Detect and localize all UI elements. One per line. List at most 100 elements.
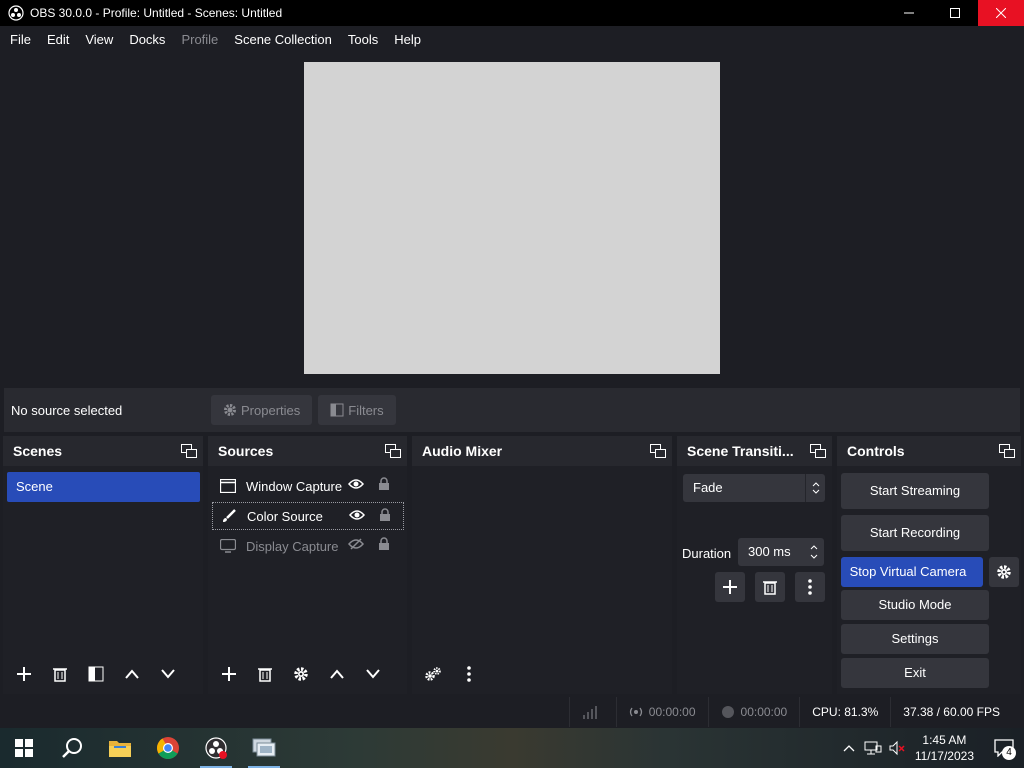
source-item-display-capture[interactable]: Display Capture bbox=[212, 532, 404, 560]
search-icon bbox=[62, 738, 82, 758]
filter-icon bbox=[330, 403, 344, 417]
audio-mixer-menu-button[interactable] bbox=[454, 659, 484, 689]
obs-app[interactable] bbox=[192, 728, 240, 768]
advanced-audio-button[interactable] bbox=[418, 659, 448, 689]
exit-button[interactable]: Exit bbox=[841, 658, 989, 688]
filters-label: Filters bbox=[348, 402, 384, 418]
duration-spinbox[interactable]: 300 ms bbox=[738, 538, 824, 566]
volume-muted-icon bbox=[889, 740, 905, 756]
eye-slash-icon[interactable] bbox=[348, 538, 364, 550]
select-arrows-icon bbox=[805, 474, 825, 502]
remote-desktop-app[interactable] bbox=[240, 728, 288, 768]
add-scene-button[interactable] bbox=[9, 659, 39, 689]
gears-icon bbox=[425, 667, 441, 681]
file-explorer-app[interactable] bbox=[96, 728, 144, 768]
stop-virtual-camera-button[interactable]: Stop Virtual Camera bbox=[841, 557, 983, 587]
no-source-label: No source selected bbox=[11, 402, 123, 418]
move-scene-down-button[interactable] bbox=[153, 659, 183, 689]
chrome-app[interactable] bbox=[144, 728, 192, 768]
search-button[interactable] bbox=[48, 728, 96, 768]
menu-view[interactable]: View bbox=[77, 26, 121, 54]
menu-file[interactable]: File bbox=[2, 26, 39, 54]
transition-select[interactable]: Fade bbox=[683, 474, 825, 502]
controls-title: Controls bbox=[847, 443, 905, 459]
maximize-button[interactable] bbox=[932, 0, 978, 26]
transition-toolbar bbox=[715, 572, 825, 602]
windows-taskbar: 1:45 AM 11/17/2023 4 bbox=[0, 728, 1024, 768]
move-scene-up-button[interactable] bbox=[117, 659, 147, 689]
signal-bars-icon bbox=[582, 706, 597, 719]
volume-tray-button[interactable] bbox=[885, 728, 909, 768]
audio-mixer-title: Audio Mixer bbox=[422, 443, 503, 459]
add-source-button[interactable] bbox=[214, 659, 244, 689]
show-hidden-icons-button[interactable] bbox=[837, 728, 861, 768]
record-time: 00:00:00 bbox=[740, 705, 788, 719]
source-item-window-capture[interactable]: Window Capture bbox=[212, 472, 404, 500]
remove-scene-button[interactable] bbox=[45, 659, 75, 689]
menu-docks[interactable]: Docks bbox=[121, 26, 173, 54]
network-tray-button[interactable] bbox=[861, 728, 885, 768]
start-recording-button[interactable]: Start Recording bbox=[841, 515, 989, 551]
sources-list: Window Capture Color Source Display Capt… bbox=[208, 466, 407, 694]
duration-label: Duration bbox=[682, 546, 732, 561]
menu-profile[interactable]: Profile bbox=[173, 26, 226, 54]
gear-icon bbox=[294, 667, 308, 681]
menu-bar: File Edit View Docks Profile Scene Colle… bbox=[0, 26, 1024, 54]
filters-button[interactable]: Filters bbox=[318, 395, 396, 425]
scene-filters-button[interactable] bbox=[81, 659, 111, 689]
spin-arrows-icon[interactable] bbox=[804, 538, 824, 566]
source-item-color-source[interactable]: Color Source bbox=[212, 502, 404, 530]
context-bar: No source selected Properties Filters bbox=[4, 388, 1020, 432]
controls-dock-header: Controls bbox=[837, 436, 1021, 466]
lock-icon[interactable] bbox=[378, 477, 390, 491]
eye-icon[interactable] bbox=[349, 509, 365, 521]
undock-icon[interactable] bbox=[999, 444, 1015, 458]
start-streaming-button[interactable]: Start Streaming bbox=[841, 473, 989, 509]
minimize-button[interactable] bbox=[886, 0, 932, 26]
record-status: 00:00:00 bbox=[707, 697, 800, 727]
undock-icon[interactable] bbox=[650, 444, 666, 458]
preview-canvas[interactable] bbox=[304, 62, 720, 374]
start-button[interactable] bbox=[0, 728, 48, 768]
folder-icon bbox=[109, 741, 131, 757]
undock-icon[interactable] bbox=[181, 444, 197, 458]
transition-properties-button[interactable] bbox=[795, 572, 825, 602]
obs-recording-icon bbox=[205, 737, 227, 759]
move-source-up-button[interactable] bbox=[322, 659, 352, 689]
undock-icon[interactable] bbox=[810, 444, 826, 458]
scene-item[interactable]: Scene bbox=[7, 472, 200, 502]
menu-help[interactable]: Help bbox=[386, 26, 429, 54]
remove-source-button[interactable] bbox=[250, 659, 280, 689]
menu-scene-collection[interactable]: Scene Collection bbox=[226, 26, 340, 54]
move-source-down-button[interactable] bbox=[358, 659, 388, 689]
sources-title: Sources bbox=[218, 443, 274, 459]
properties-button[interactable]: Properties bbox=[211, 395, 313, 425]
system-tray: 1:45 AM 11/17/2023 4 bbox=[837, 728, 1024, 768]
gear-icon bbox=[997, 565, 1011, 579]
settings-button[interactable]: Settings bbox=[841, 624, 989, 654]
eye-icon[interactable] bbox=[348, 478, 364, 490]
obs-logo-icon bbox=[8, 5, 24, 21]
monitor-icon bbox=[220, 539, 238, 553]
cpu-usage: CPU: 81.3% bbox=[799, 697, 890, 727]
title-bar: OBS 30.0.0 - Profile: Untitled - Scenes:… bbox=[0, 0, 1024, 26]
lock-icon[interactable] bbox=[379, 508, 391, 522]
lock-icon[interactable] bbox=[378, 537, 390, 551]
clock[interactable]: 1:45 AM 11/17/2023 bbox=[915, 732, 974, 764]
virtual-camera-config-button[interactable] bbox=[989, 557, 1019, 587]
properties-label: Properties bbox=[241, 402, 301, 418]
add-transition-button[interactable] bbox=[715, 572, 745, 602]
close-button[interactable] bbox=[978, 0, 1024, 26]
maximize-icon bbox=[950, 8, 960, 18]
source-properties-button[interactable] bbox=[286, 659, 316, 689]
notification-count: 4 bbox=[1002, 746, 1016, 760]
remove-transition-button[interactable] bbox=[755, 572, 785, 602]
menu-tools[interactable]: Tools bbox=[340, 26, 386, 54]
controls-dock: Controls Start Streaming Start Recording… bbox=[837, 436, 1021, 694]
close-icon bbox=[996, 8, 1006, 18]
studio-mode-button[interactable]: Studio Mode bbox=[841, 590, 989, 620]
window-title: OBS 30.0.0 - Profile: Untitled - Scenes:… bbox=[30, 6, 283, 20]
undock-icon[interactable] bbox=[385, 444, 401, 458]
action-center-button[interactable]: 4 bbox=[984, 728, 1024, 768]
menu-edit[interactable]: Edit bbox=[39, 26, 77, 54]
